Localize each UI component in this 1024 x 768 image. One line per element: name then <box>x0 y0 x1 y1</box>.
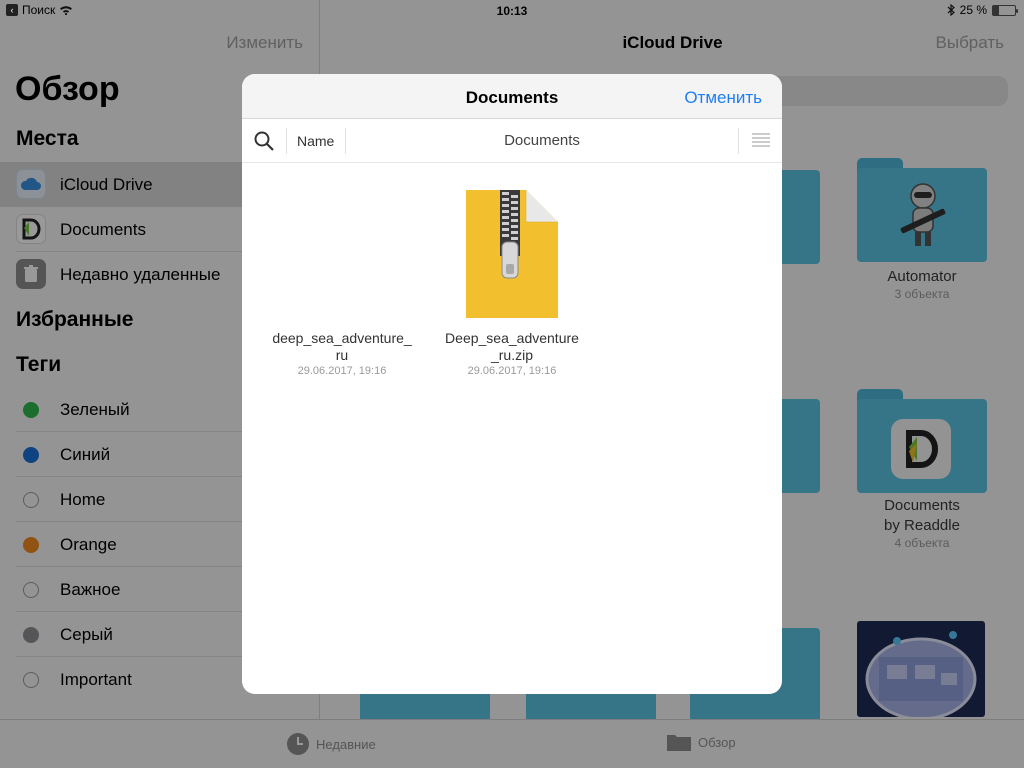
bluetooth-icon <box>947 4 955 16</box>
file-date: 29.06.2017, 19:16 <box>297 365 387 377</box>
status-bar: ‹ Поиск 10:13 25 % <box>0 0 1024 22</box>
battery-icon <box>992 4 1018 16</box>
zip-file-icon[interactable] <box>464 190 560 320</box>
file-name-line2[interactable]: ru <box>267 347 417 364</box>
current-folder-label: Documents <box>504 132 580 149</box>
file-name[interactable]: Deep_sea_adventure <box>437 330 587 347</box>
document-picker-modal: Documents Отменить Name Documents deep_s… <box>242 74 782 694</box>
modal-header: Documents Отменить <box>242 74 782 119</box>
file-date: 29.06.2017, 19:16 <box>467 365 557 377</box>
clock: 10:13 <box>496 4 528 18</box>
cancel-button[interactable]: Отменить <box>684 88 762 108</box>
battery-percent: 25 % <box>959 3 987 17</box>
file-name-line2[interactable]: _ru.zip <box>437 347 587 364</box>
file-name[interactable]: deep_sea_adventure_ <box>267 330 417 347</box>
list-view-icon[interactable] <box>752 133 770 147</box>
modal-toolbar: Name Documents <box>242 119 782 163</box>
status-right: 25 % <box>947 3 1018 17</box>
